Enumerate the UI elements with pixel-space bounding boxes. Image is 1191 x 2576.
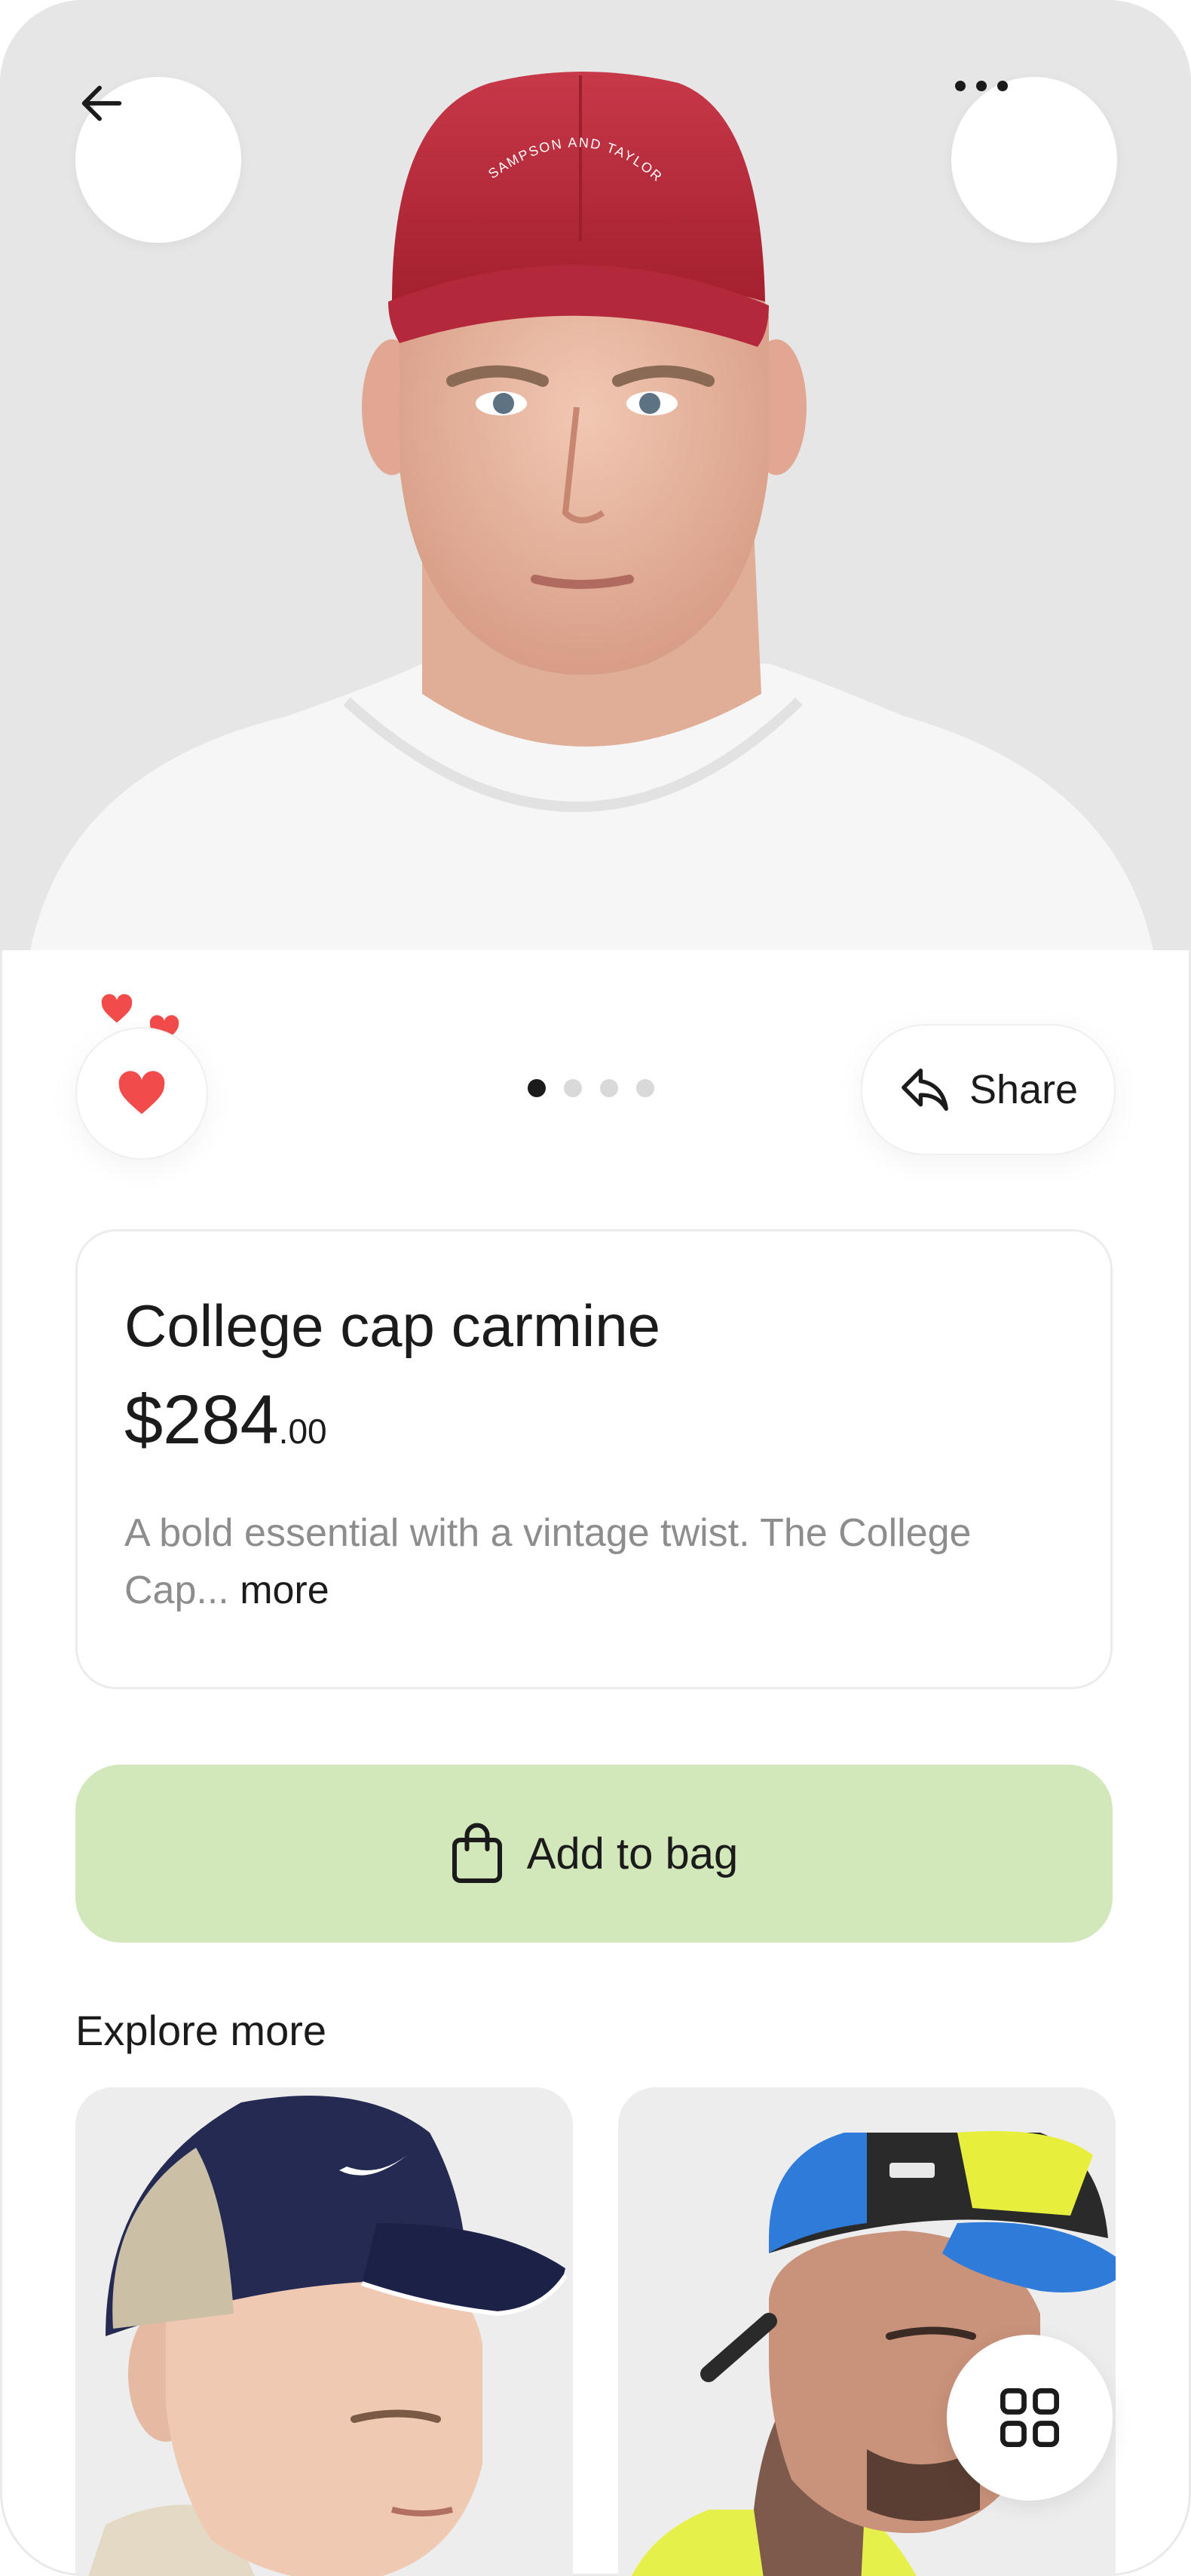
grid-icon (1000, 2388, 1059, 2447)
carousel-indicator[interactable] (528, 1078, 654, 1098)
product-description: A bold essential with a vintage twist. T… (124, 1504, 1029, 1619)
heart-icon (118, 1071, 165, 1115)
carousel-dot[interactable] (636, 1079, 654, 1097)
arrow-left-icon (81, 85, 122, 121)
explore-more-heading: Explore more (75, 2007, 327, 2054)
add-to-bag-label: Add to bag (526, 1829, 739, 1878)
product-title: College cap carmine (124, 1293, 661, 1359)
explore-product-tile[interactable] (618, 2087, 1116, 2576)
add-to-bag-button[interactable]: Add to bag (75, 1765, 1113, 1943)
read-more-link[interactable]: more (240, 1569, 329, 1612)
carousel-dot[interactable] (528, 1079, 546, 1097)
like-button[interactable] (75, 1027, 208, 1160)
more-options-button[interactable] (951, 77, 1117, 243)
shopping-bag-icon (452, 1823, 502, 1883)
carousel-dot[interactable] (600, 1079, 618, 1097)
share-label: Share (969, 1067, 1079, 1112)
product-thumbnail (618, 2087, 1116, 2576)
carousel-dot[interactable] (564, 1079, 582, 1097)
explore-product-tile[interactable] (75, 2087, 573, 2576)
product-info-card: College cap carmine $284.00 A bold essen… (75, 1229, 1113, 1689)
share-arrow-icon (902, 1068, 948, 1112)
product-screen: SAMPSON AND TAYLOR Share College cap car… (0, 0, 1191, 2576)
product-hero-image[interactable]: SAMPSON AND TAYLOR (0, 0, 1191, 950)
product-price: $284.00 (124, 1381, 327, 1460)
grid-view-button[interactable] (947, 2335, 1113, 2501)
share-button[interactable]: Share (861, 1024, 1116, 1155)
product-thumbnail (75, 2087, 573, 2576)
ellipsis-icon (955, 81, 1008, 91)
back-button[interactable] (75, 77, 241, 243)
price-main: $284 (124, 1382, 279, 1458)
floating-heart-icon (101, 994, 133, 1023)
price-cents: .00 (278, 1412, 327, 1451)
